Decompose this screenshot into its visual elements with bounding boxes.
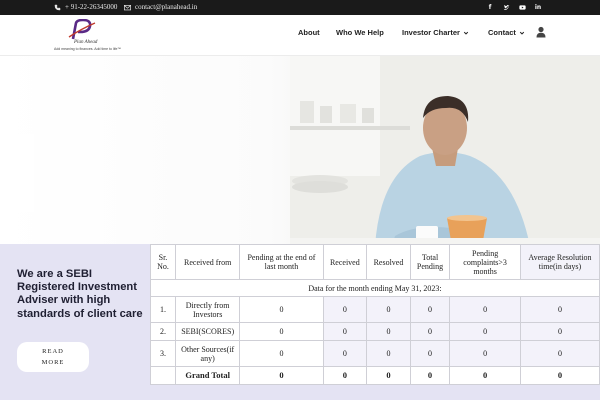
table-cell: SEBI(SCORES) [174, 322, 241, 341]
column-header: Pending at the end of last month [239, 244, 324, 280]
table-header-row: Sr. No. Received from Pending at the end… [150, 244, 600, 280]
top-contact-bar: + 91-22-26345000 contact@planahead.in f … [0, 0, 600, 15]
table-cell: 0 [519, 322, 600, 341]
table-cell: 0 [449, 340, 521, 367]
table-cell: 0 [449, 366, 521, 385]
hero-banner [0, 56, 600, 246]
phone-icon [54, 4, 61, 10]
mail-icon [124, 4, 131, 10]
table-cell [150, 366, 176, 385]
phone-contact[interactable]: + 91-22-26345000 [54, 3, 117, 11]
nav-contact[interactable]: Contact [488, 28, 525, 37]
hero-photo [290, 56, 600, 246]
table-cell: 2. [150, 322, 176, 341]
table-cell: 0 [366, 322, 411, 341]
table-cell: 0 [239, 340, 324, 367]
column-header: Received [322, 244, 368, 280]
table-cell: Grand Total [174, 366, 241, 385]
table-row: 3. Other Sources(if any) 0 0 0 0 0 0 [150, 340, 600, 367]
chevron-down-icon [519, 31, 525, 35]
table-cell: 0 [239, 322, 324, 341]
youtube-icon[interactable] [517, 2, 527, 12]
nav-contact-label: Contact [488, 28, 516, 37]
linkedin-icon[interactable]: in [533, 2, 543, 12]
table-cell: 0 [449, 322, 521, 341]
table-cell: 0 [322, 322, 368, 341]
column-header: Average Resolution time(in days) [519, 244, 600, 280]
table-cell: 0 [366, 340, 411, 367]
nav-investor-charter[interactable]: Investor Charter [402, 28, 469, 37]
table-cell: 0 [519, 366, 600, 385]
table-row: 1. Directly from Investors 0 0 0 0 0 0 [150, 296, 600, 323]
table-cell: 0 [409, 340, 451, 367]
plan-ahead-logo[interactable]: Plan Ahead Add meaning to finances. Add … [53, 19, 123, 53]
chevron-down-icon [463, 31, 469, 35]
read-more-button[interactable]: READ MORE [17, 342, 89, 372]
column-header: Total Pending [409, 244, 451, 280]
table-cell: 0 [322, 340, 368, 367]
table-cell: 0 [519, 340, 600, 367]
nav-investor-charter-label: Investor Charter [402, 28, 460, 37]
table-total-row: Grand Total 0 0 0 0 0 0 [150, 366, 600, 385]
table-cell: 0 [322, 366, 368, 385]
logo-tagline: Add meaning to finances. Add time to lif… [54, 47, 121, 51]
table-cell: 0 [519, 296, 600, 323]
table-cell: 0 [366, 296, 411, 323]
read-more-label: READ MORE [41, 348, 65, 366]
table-cell: 0 [409, 296, 451, 323]
column-header: Resolved [366, 244, 411, 280]
column-header: Sr. No. [150, 244, 176, 280]
hero-side-panel [3, 134, 34, 212]
logo-mark [68, 19, 96, 40]
user-icon[interactable] [535, 26, 547, 38]
email-contact[interactable]: contact@planahead.in [124, 3, 197, 11]
table-cell: Directly from Investors [174, 296, 241, 323]
table-cell: 0 [449, 296, 521, 323]
email-address: contact@planahead.in [135, 3, 198, 11]
nav-about-label: About [298, 28, 320, 37]
twitter-icon[interactable] [501, 2, 511, 12]
table-cell: 3. [150, 340, 176, 367]
column-header: Pending complaints>3 months [449, 244, 521, 280]
table-cell: 0 [322, 296, 368, 323]
table-cell: Other Sources(if any) [174, 340, 241, 367]
table-cell: 0 [239, 296, 324, 323]
phone-number: + 91-22-26345000 [65, 3, 118, 11]
site-header: Plan Ahead Add meaning to finances. Add … [0, 15, 600, 56]
table-cell: 1. [150, 296, 176, 323]
column-header: Received from [174, 244, 241, 280]
nav-who-we-help-label: Who We Help [336, 28, 384, 37]
table-cell: 0 [409, 366, 451, 385]
table-cell: 0 [409, 322, 451, 341]
nav-about[interactable]: About [298, 28, 320, 37]
table-cell: 0 [366, 366, 411, 385]
complaints-table: Data for the month ending May 31, 2023: … [150, 244, 600, 385]
nav-who-we-help[interactable]: Who We Help [336, 28, 384, 37]
table-caption: Data for the month ending May 31, 2023: [150, 279, 600, 297]
intro-headline: We are a SEBI Registered Investment Advi… [17, 268, 143, 320]
table-cell: 0 [239, 366, 324, 385]
logo-brand: Plan Ahead [74, 40, 98, 45]
facebook-icon[interactable]: f [485, 2, 495, 12]
table-row: 2. SEBI(SCORES) 0 0 0 0 0 0 [150, 322, 600, 341]
